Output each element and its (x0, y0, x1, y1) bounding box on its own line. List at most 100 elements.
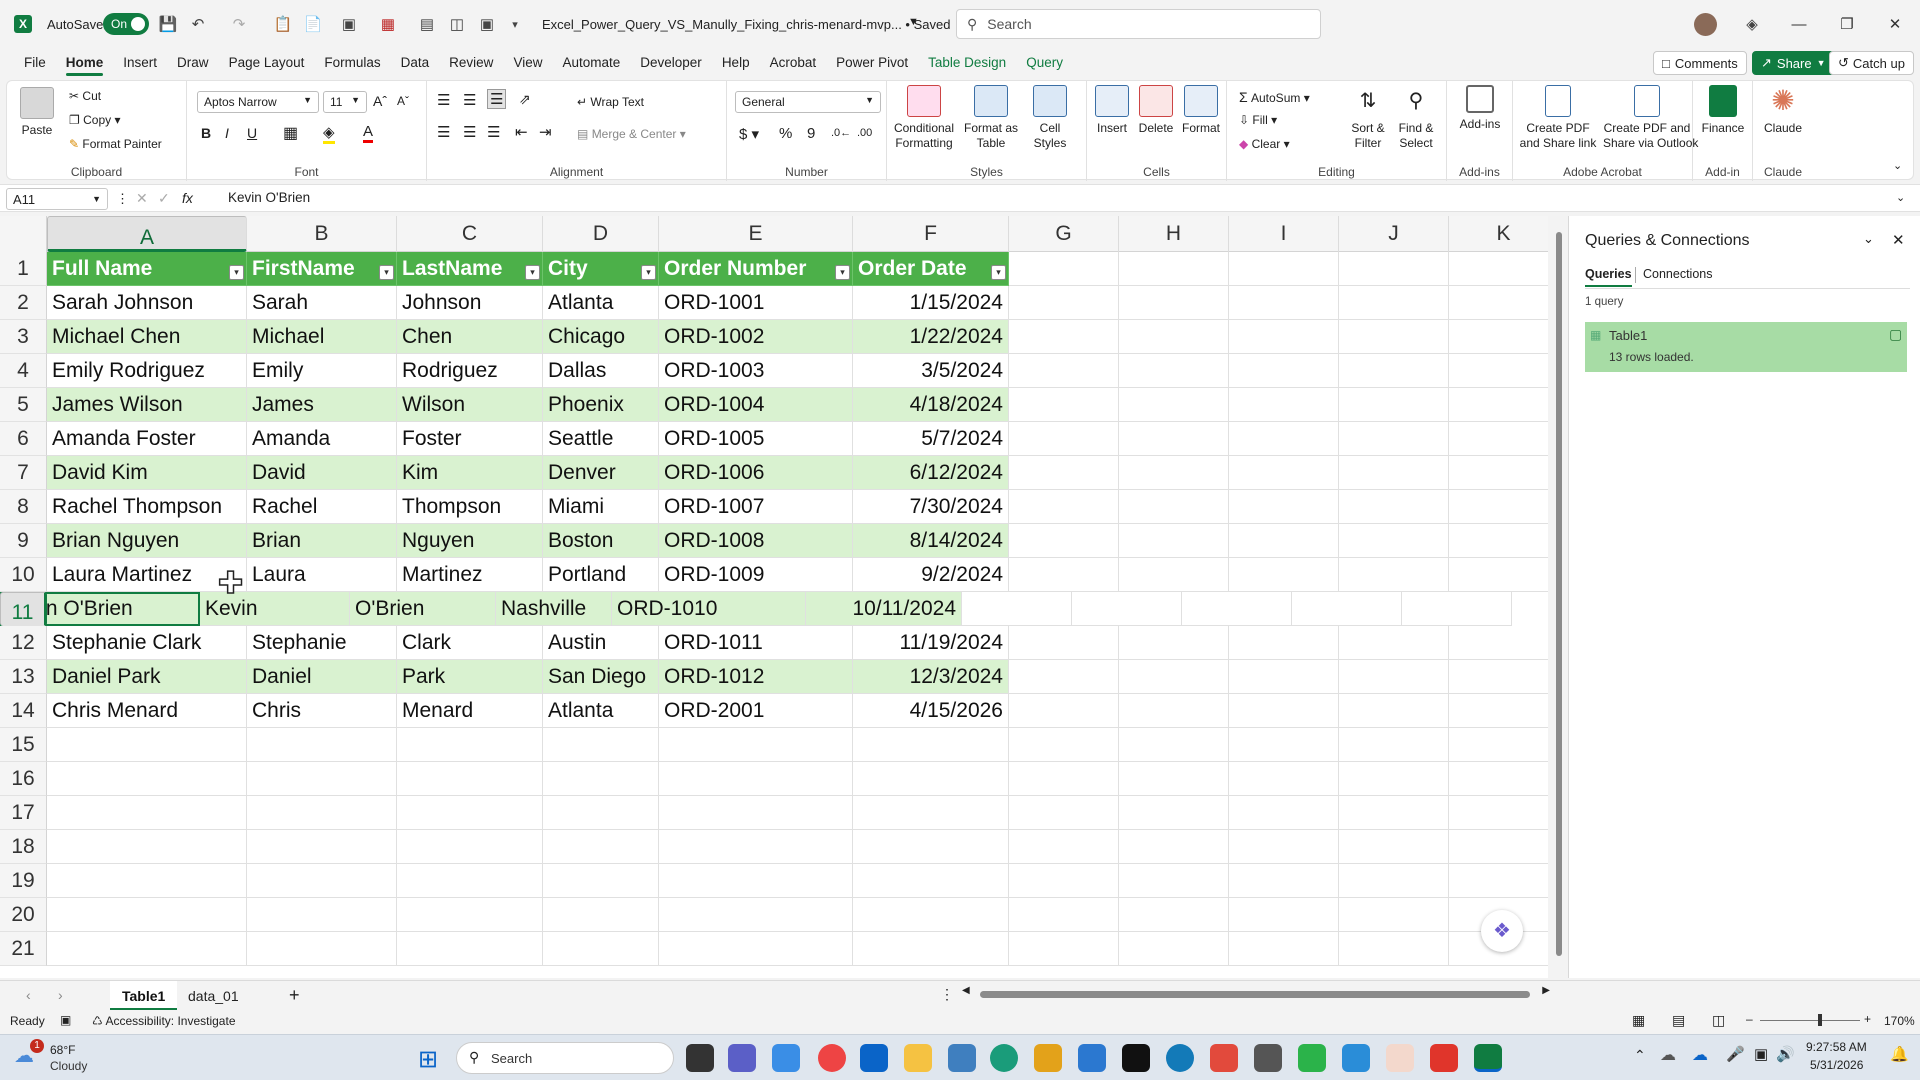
empty-cell[interactable] (1339, 354, 1449, 388)
empty-cell[interactable] (397, 728, 543, 762)
table-cell[interactable]: Phoenix (543, 388, 659, 422)
empty-cell[interactable] (47, 762, 247, 796)
empty-cell[interactable] (1449, 456, 1548, 490)
empty-cell[interactable] (1009, 558, 1119, 592)
filter-dropdown-icon[interactable]: ▾ (641, 265, 656, 280)
table-header-cell[interactable]: City ▾ (543, 252, 659, 286)
empty-cell[interactable] (1119, 626, 1229, 660)
table-cell[interactable]: Menard (397, 694, 543, 728)
table-header-cell[interactable]: Order Number ▾ (659, 252, 853, 286)
table-cell[interactable]: Austin (543, 626, 659, 660)
empty-cell[interactable] (1339, 660, 1449, 694)
empty-cell[interactable] (1449, 728, 1548, 762)
table-cell[interactable]: Clark (397, 626, 543, 660)
sheet-tab-table1[interactable]: Table1 (110, 981, 178, 1011)
align-middle-icon[interactable]: ☰ (463, 91, 476, 109)
empty-cell[interactable] (1449, 864, 1548, 898)
empty-cell[interactable] (1339, 252, 1449, 286)
mic-icon[interactable]: 🎤 (1726, 1045, 1745, 1063)
edge-dev-icon[interactable] (1166, 1044, 1194, 1072)
row-header[interactable]: 19 (0, 864, 47, 898)
diamond-icon[interactable]: ◈ (1739, 11, 1765, 37)
empty-cell[interactable] (1229, 252, 1339, 286)
table-cell[interactable]: Rachel Thompson (47, 490, 247, 524)
empty-cell[interactable] (1119, 932, 1229, 966)
tab-power-pivot[interactable]: Power Pivot (826, 48, 918, 78)
empty-cell[interactable] (1449, 830, 1548, 864)
table-cell[interactable]: Foster (397, 422, 543, 456)
table-cell[interactable]: Laura Martinez (47, 558, 247, 592)
finance-button[interactable]: Finance (1697, 85, 1749, 136)
table-cell[interactable]: Brian (247, 524, 397, 558)
empty-cell[interactable] (1449, 660, 1548, 694)
filter-dropdown-icon[interactable]: ▾ (525, 265, 540, 280)
tab-home[interactable]: Home (56, 48, 114, 78)
empty-cell[interactable] (1229, 728, 1339, 762)
clock-date[interactable]: 5/31/2026 (1810, 1058, 1863, 1072)
comma-icon[interactable]: 9 (807, 125, 815, 142)
table-cell[interactable]: ORD-1007 (659, 490, 853, 524)
prev-sheet-icon[interactable]: ‹ (26, 987, 31, 1003)
clock-time[interactable]: 9:27:58 AM (1806, 1040, 1867, 1054)
table-cell[interactable]: Chicago (543, 320, 659, 354)
table-cell[interactable]: 7/30/2024 (853, 490, 1009, 524)
empty-cell[interactable] (1339, 762, 1449, 796)
empty-cell[interactable] (1119, 864, 1229, 898)
empty-cell[interactable] (1119, 320, 1229, 354)
empty-cell[interactable] (1119, 524, 1229, 558)
empty-cell[interactable] (1072, 592, 1182, 626)
empty-cell[interactable] (1009, 660, 1119, 694)
empty-cell[interactable] (1449, 388, 1548, 422)
table-cell[interactable]: ORD-1005 (659, 422, 853, 456)
column-header-c[interactable]: C (397, 216, 543, 252)
table-cell[interactable]: 3/5/2024 (853, 354, 1009, 388)
row-header[interactable]: 10 (0, 558, 47, 592)
table-cell[interactable]: Emily (247, 354, 397, 388)
formula-content[interactable]: Kevin O'Brien (228, 190, 310, 205)
column-header-i[interactable]: I (1229, 216, 1339, 252)
empty-cell[interactable] (47, 864, 247, 898)
insert-function-icon[interactable]: fx (182, 190, 193, 206)
macro-record-icon[interactable]: ▣ (60, 1013, 71, 1027)
empty-cell[interactable] (1339, 422, 1449, 456)
empty-cell[interactable] (543, 762, 659, 796)
table-cell[interactable]: Amanda Foster (47, 422, 247, 456)
tab-view[interactable]: View (503, 48, 552, 78)
zoom-out-icon[interactable]: – (1746, 1012, 1753, 1026)
empty-cell[interactable] (1119, 796, 1229, 830)
table-cell[interactable]: Atlanta (543, 286, 659, 320)
accessibility-button[interactable]: ♺ Accessibility: Investigate (92, 1014, 236, 1028)
minimize-button[interactable]: — (1776, 0, 1822, 48)
empty-cell[interactable] (659, 932, 853, 966)
table-cell[interactable]: Thompson (397, 490, 543, 524)
empty-cell[interactable] (1229, 558, 1339, 592)
empty-cell[interactable] (247, 796, 397, 830)
empty-cell[interactable] (1339, 864, 1449, 898)
add-sheet-icon[interactable]: + (289, 985, 300, 1006)
table-cell[interactable]: ORD-1004 (659, 388, 853, 422)
empty-cell[interactable] (1229, 762, 1339, 796)
column-header-j[interactable]: J (1339, 216, 1449, 252)
empty-cell[interactable] (1119, 388, 1229, 422)
network-icon[interactable]: ▣ (1754, 1045, 1768, 1063)
tab-table-design[interactable]: Table Design (918, 48, 1016, 78)
empty-cell[interactable] (1119, 660, 1229, 694)
teams-classic-icon[interactable] (948, 1044, 976, 1072)
name-box[interactable]: A11 ▼ (6, 188, 108, 210)
table-cell[interactable]: ORD-1010 (612, 592, 806, 626)
filter-dropdown-icon[interactable]: ▾ (229, 265, 244, 280)
row-header[interactable]: 7 (0, 456, 47, 490)
clipboard-icon[interactable]: 📋 (270, 11, 296, 37)
conditional-formatting-button[interactable]: Conditional Formatting (889, 85, 959, 151)
page-break-view-icon[interactable]: ◫ (1712, 1012, 1725, 1029)
table-cell[interactable]: ORD-1006 (659, 456, 853, 490)
tab-file[interactable]: File (14, 48, 56, 78)
insert-cells-button[interactable]: Insert (1091, 85, 1133, 136)
clear-button[interactable]: ◆ Clear ▾ (1239, 137, 1290, 151)
chrome-icon[interactable] (818, 1044, 846, 1072)
empty-cell[interactable] (1119, 456, 1229, 490)
empty-cell[interactable] (1339, 728, 1449, 762)
table-cell[interactable]: ORD-1009 (659, 558, 853, 592)
tab-help[interactable]: Help (712, 48, 760, 78)
empty-cell[interactable] (1229, 898, 1339, 932)
